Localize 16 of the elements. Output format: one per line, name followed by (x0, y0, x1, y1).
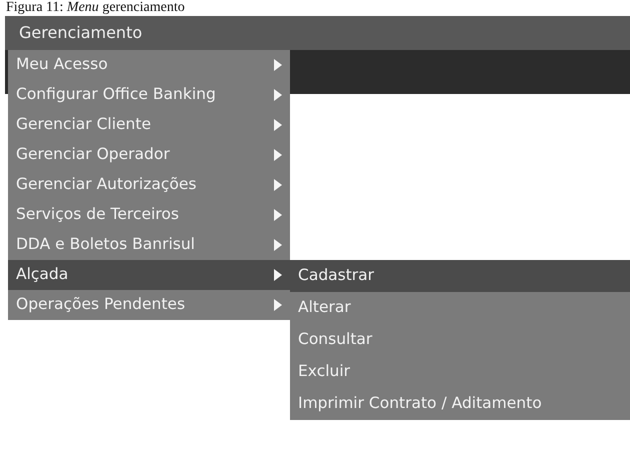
menu-item[interactable]: Meu Acesso (8, 50, 290, 80)
submenu-item[interactable]: Excluir (290, 356, 630, 388)
figure-caption: Figura 11: Menu gerenciamento (5, 0, 186, 16)
menu-title[interactable]: Gerenciamento (5, 16, 630, 50)
menu-item[interactable]: Gerenciar Cliente (8, 110, 290, 140)
submenu-item[interactable]: Cadastrar (290, 260, 630, 292)
menu-item[interactable]: Configurar Office Banking (8, 80, 290, 110)
submenu-item[interactable]: Consultar (290, 324, 630, 356)
submenu-item[interactable]: Alterar (290, 292, 630, 324)
menu-item[interactable]: Alçada (8, 260, 290, 290)
menu-item[interactable]: Serviços de Terceiros (8, 200, 290, 230)
submenu-item[interactable]: Imprimir Contrato / Aditamento (290, 388, 630, 420)
menu-item[interactable]: DDA e Boletos Banrisul (8, 230, 290, 260)
menu-item[interactable]: Operações Pendentes (8, 290, 290, 320)
menu-item[interactable]: Gerenciar Autorizações (8, 170, 290, 200)
menu-item[interactable]: Gerenciar Operador (8, 140, 290, 170)
